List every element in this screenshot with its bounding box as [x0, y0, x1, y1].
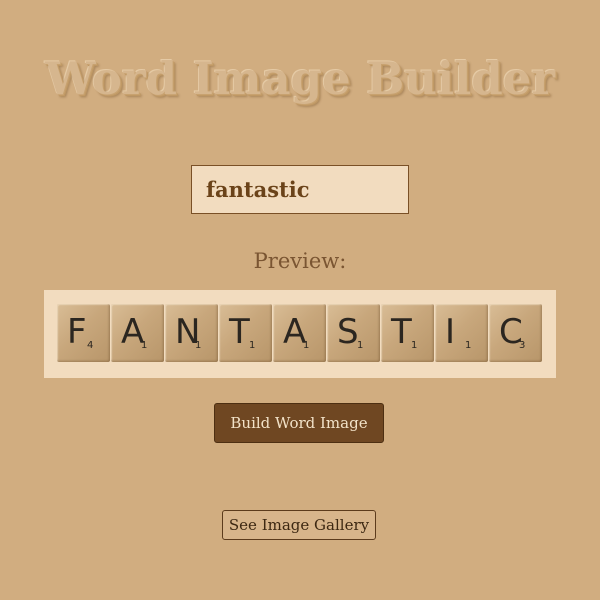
page-title: Word Image Builder: [44, 52, 556, 105]
letter-tile: C 3: [489, 304, 542, 362]
tile-points: 1: [141, 340, 148, 351]
letter-tile: S 1: [327, 304, 380, 362]
tile-points: 1: [465, 340, 472, 351]
tile-points: 3: [519, 340, 526, 351]
letter-tile: T 1: [381, 304, 434, 362]
see-image-gallery-button[interactable]: See Image Gallery: [222, 510, 376, 540]
tile-letter: S: [337, 312, 359, 352]
tile-points: 1: [357, 340, 364, 351]
tile-letter: F: [67, 312, 87, 352]
page: Word Image Builder Preview: F 4 A 1 N 1 …: [0, 0, 600, 600]
letter-tile: A 1: [111, 304, 164, 362]
tile-points: 1: [195, 340, 202, 351]
build-word-image-button[interactable]: Build Word Image: [214, 403, 384, 443]
tile-points: 1: [249, 340, 256, 351]
tile-points: 1: [411, 340, 418, 351]
preview-label: Preview:: [253, 249, 347, 273]
tile-letter: T: [229, 312, 250, 352]
letter-tile: I 1: [435, 304, 488, 362]
tile-letter: T: [391, 312, 412, 352]
letter-tile: N 1: [165, 304, 218, 362]
tile-points: 1: [303, 340, 310, 351]
letter-tile: F 4: [57, 304, 110, 362]
letter-tile: A 1: [273, 304, 326, 362]
word-input[interactable]: [191, 165, 409, 214]
tile-preview: F 4 A 1 N 1 T 1 A 1 S 1 T 1 I 1 C 3: [44, 290, 556, 378]
tile-points: 4: [87, 340, 94, 351]
tile-letter: I: [445, 312, 456, 352]
letter-tile: T 1: [219, 304, 272, 362]
